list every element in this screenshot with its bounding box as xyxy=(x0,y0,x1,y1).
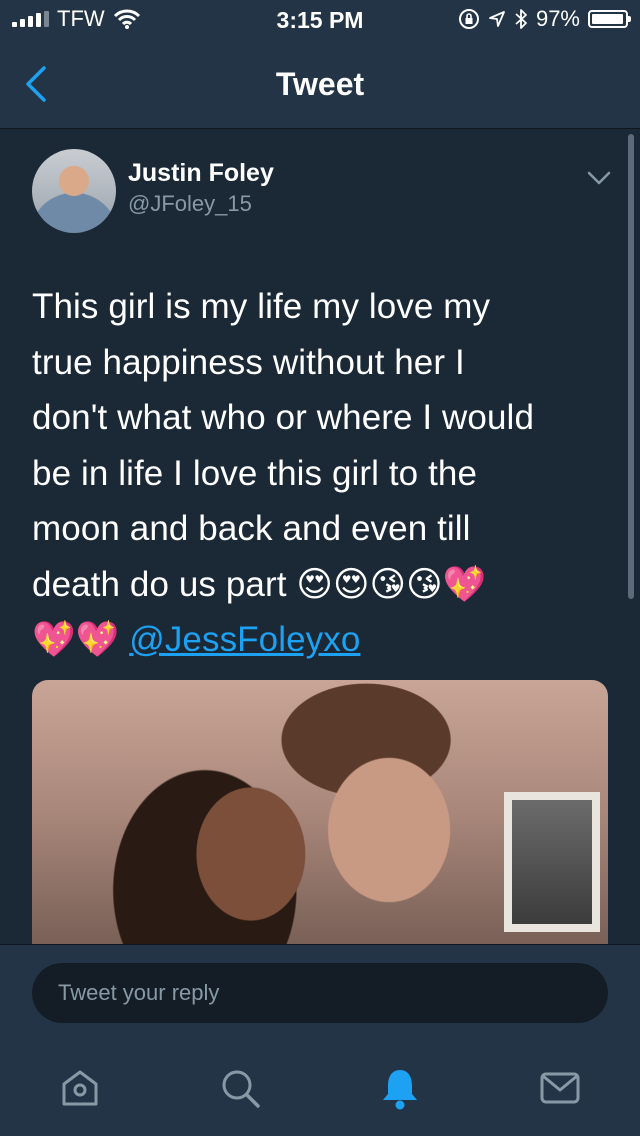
nav-bar: Tweet xyxy=(0,40,640,129)
orientation-lock-icon xyxy=(458,9,479,29)
battery-percent: 97% xyxy=(535,6,580,31)
tweet-text-line: be in life I love this girl to the xyxy=(32,453,478,493)
reply-input[interactable] xyxy=(32,963,608,1023)
tweet-photo[interactable] xyxy=(32,680,608,944)
search-icon[interactable] xyxy=(216,1064,264,1112)
page-title: Tweet xyxy=(275,66,365,102)
avatar[interactable] xyxy=(32,149,116,233)
tweet-text-line: This girl is my life my love my xyxy=(32,287,491,326)
status-right: 97% xyxy=(458,6,631,32)
tweet-text-line: don't what who or where I would xyxy=(32,398,535,437)
reply-bar xyxy=(0,944,640,1041)
home-icon[interactable] xyxy=(56,1064,104,1112)
battery-fill xyxy=(592,14,624,24)
tweet-text: This girl is my life my love my true hap… xyxy=(32,279,612,668)
tab-bar xyxy=(0,1040,640,1136)
author-name[interactable]: Justin Foley xyxy=(128,159,274,188)
tweet-detail: Justin Foley @JFoley_15 This girl is my … xyxy=(0,129,640,944)
tweet-text-last-line: 💖💖 @JessFoleyxo xyxy=(32,612,612,668)
messages-icon[interactable] xyxy=(536,1064,584,1112)
bluetooth-icon xyxy=(515,9,527,29)
location-icon xyxy=(489,11,505,27)
chevron-down-icon[interactable] xyxy=(586,169,612,187)
tweet-text-emoji: 💖💖 xyxy=(32,620,120,659)
photo-frame-in-image xyxy=(504,792,600,932)
tweet-text-line: death do us part 😍😍😘😘💖 xyxy=(32,564,487,604)
mention-link[interactable]: @JessFoleyxo xyxy=(129,620,360,659)
tweet-text-line: moon and back and even till xyxy=(32,509,471,548)
author-handle[interactable]: @JFoley_15 xyxy=(128,191,252,217)
tweet-text-line: true happiness without her I xyxy=(32,342,465,382)
status-bar: TFW 3:15 PM 97% xyxy=(0,0,640,40)
scrollbar[interactable] xyxy=(628,134,634,599)
battery-icon xyxy=(588,10,631,28)
notifications-icon[interactable] xyxy=(376,1064,424,1112)
